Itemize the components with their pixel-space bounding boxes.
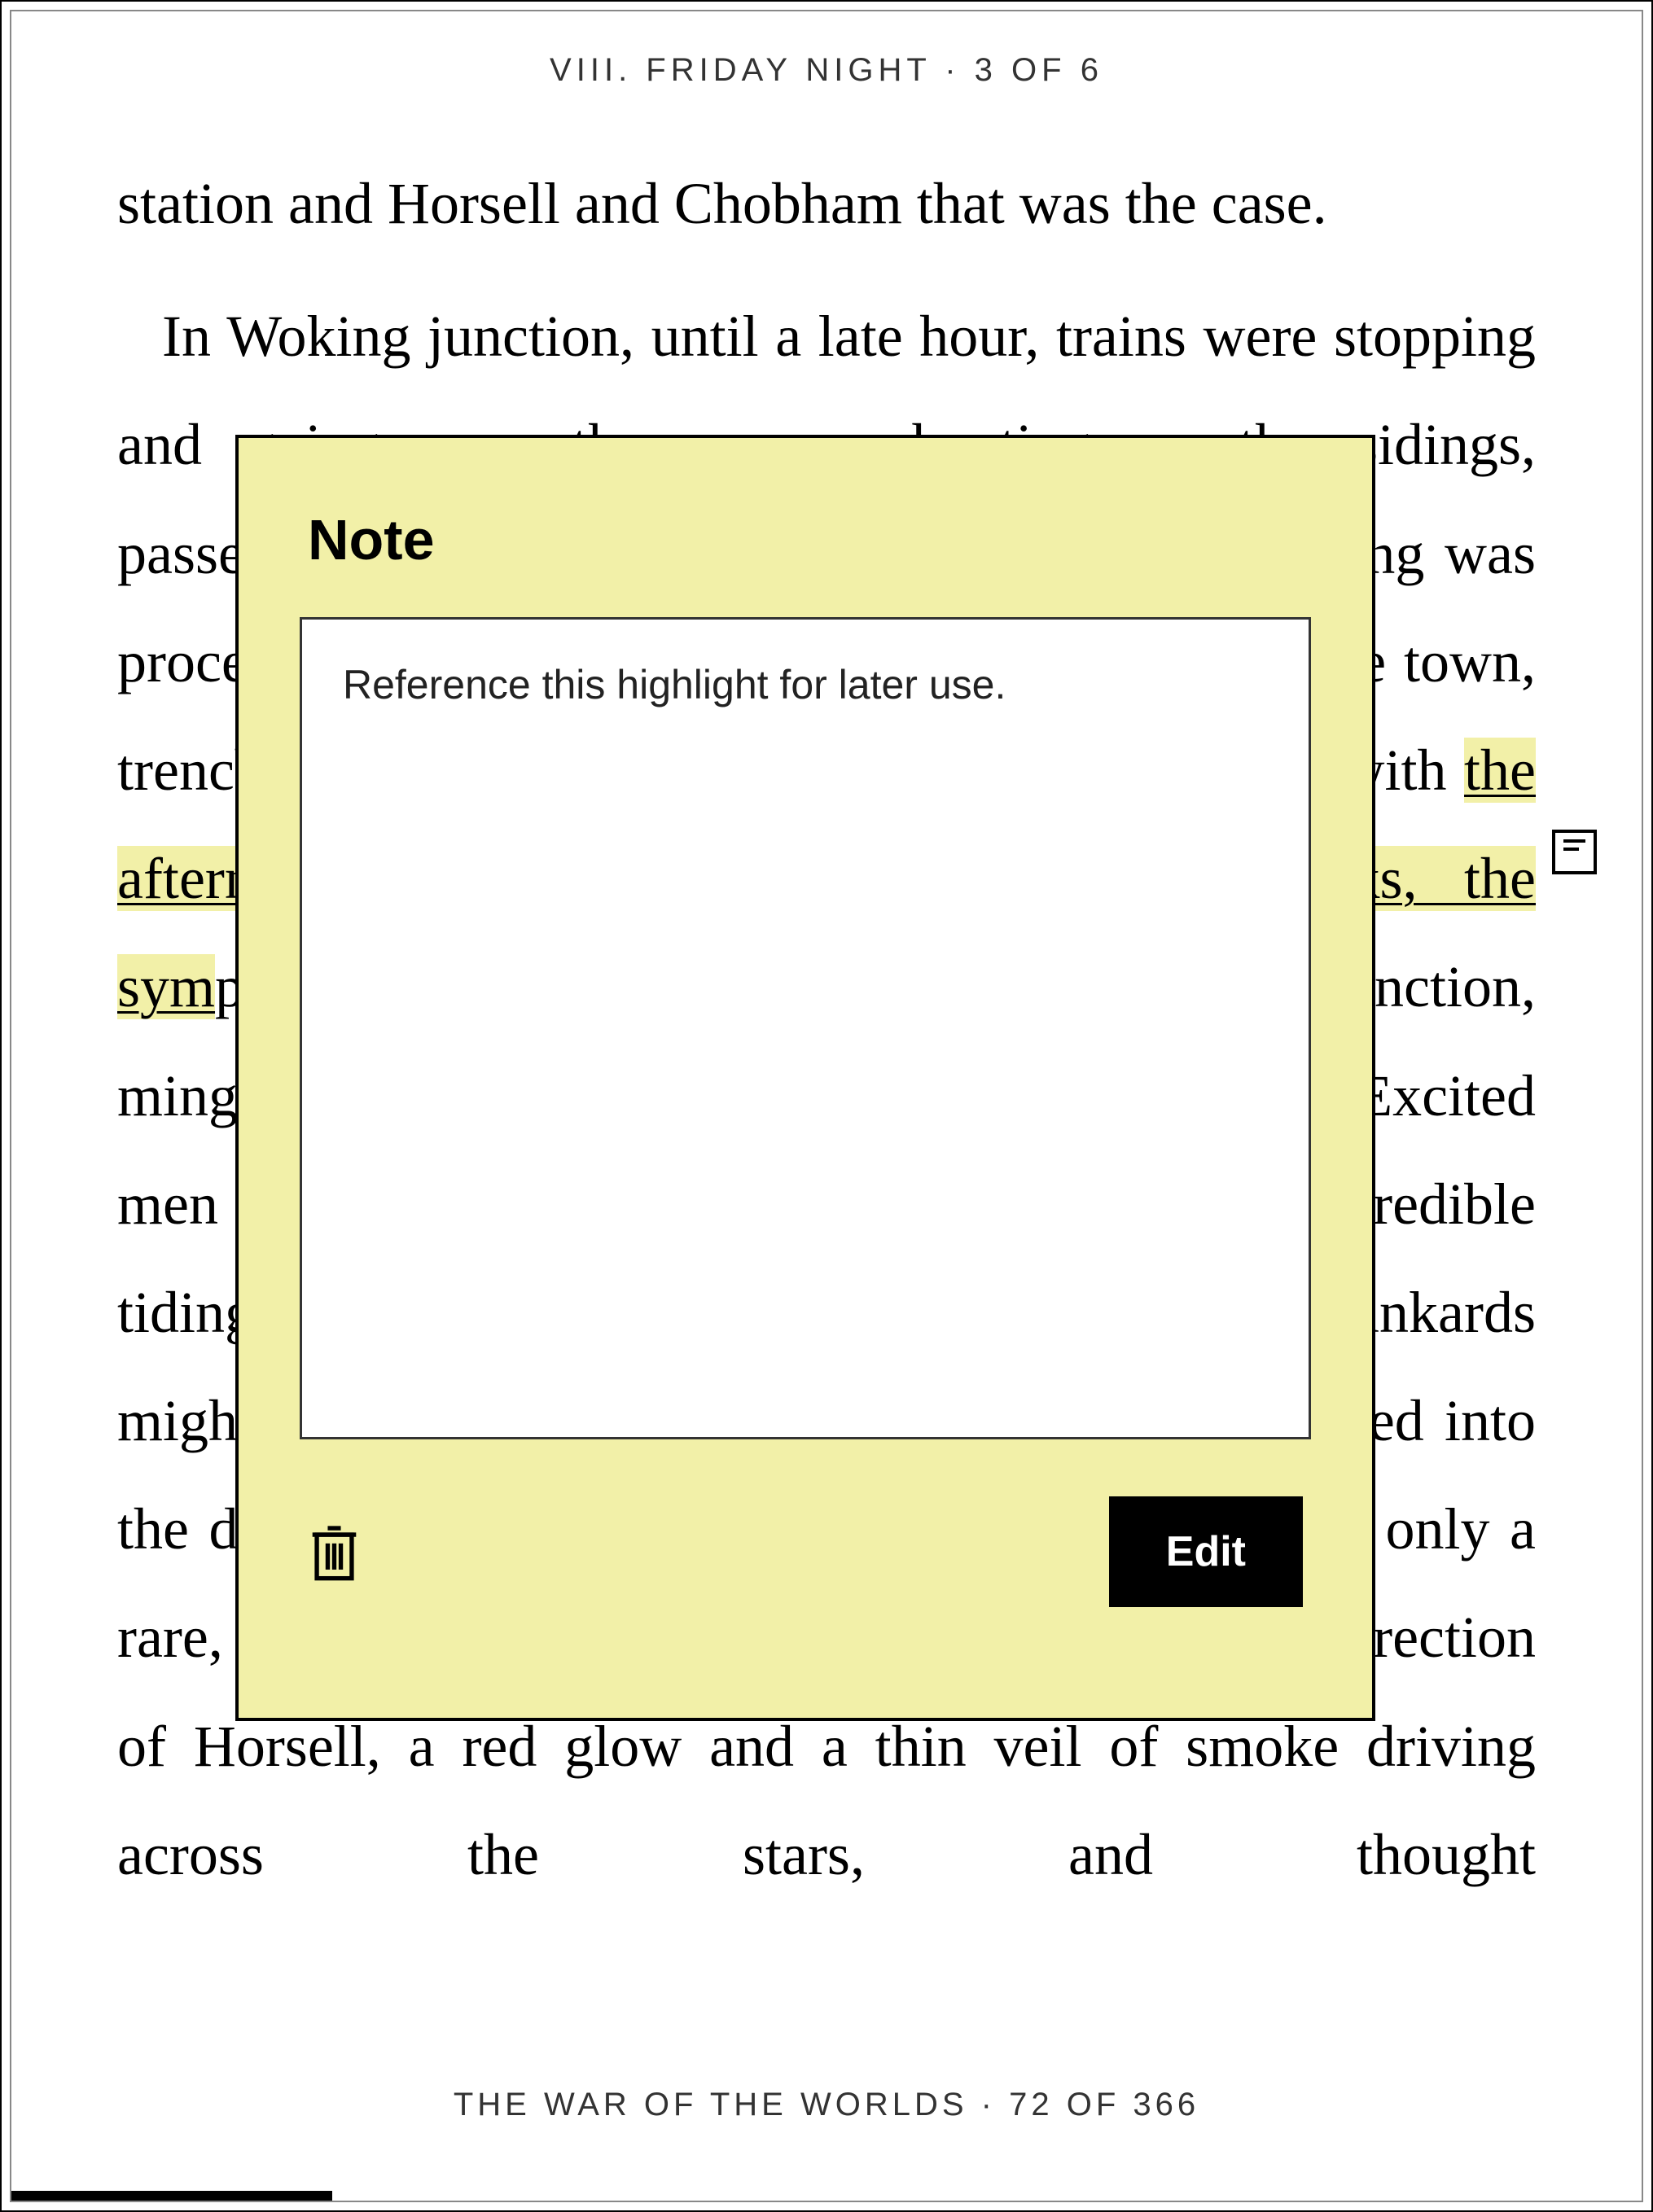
chapter-page-indicator: 3 OF 6 <box>975 52 1103 88</box>
reading-progress-bar[interactable] <box>11 2191 1642 2201</box>
ereader-screen: VIII. FRIDAY NIGHT · 3 OF 6 station and … <box>0 0 1653 2212</box>
page-footer: THE WAR OF THE WORLDS · 72 OF 366 <box>11 2087 1642 2123</box>
trash-icon <box>308 1522 361 1583</box>
chapter-header: VIII. FRIDAY NIGHT · 3 OF 6 <box>11 11 1642 89</box>
note-margin-icon[interactable] <box>1552 830 1597 874</box>
note-content: Reference this highlight for later use. <box>343 662 1006 707</box>
note-icon <box>1563 839 1585 856</box>
note-text-area[interactable]: Reference this highlight for later use. <box>300 617 1311 1439</box>
note-popup-title: Note <box>308 507 1311 572</box>
chapter-title: VIII. FRIDAY NIGHT <box>550 52 931 88</box>
paragraph-1: station and Horsell and Chobham that was… <box>117 150 1536 258</box>
page-frame: VIII. FRIDAY NIGHT · 3 OF 6 station and … <box>10 10 1643 2202</box>
edit-note-button[interactable]: Edit <box>1109 1496 1303 1607</box>
book-page-indicator: 72 OF 366 <box>1009 2087 1199 2122</box>
delete-note-button[interactable] <box>308 1522 361 1583</box>
note-popup-actions: Edit <box>300 1496 1311 1607</box>
note-popup: Note Reference this highlight for later … <box>235 435 1375 1721</box>
book-title: THE WAR OF THE WORLDS <box>454 2087 968 2122</box>
reading-progress-fill <box>11 2191 332 2201</box>
